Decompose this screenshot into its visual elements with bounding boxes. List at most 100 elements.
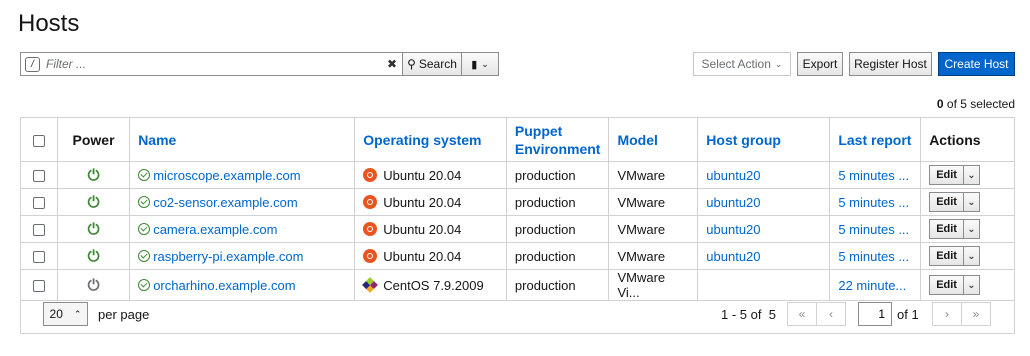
last-report-cell: 5 minutes ... — [829, 188, 922, 216]
chevron-down-icon: ⌄ — [967, 223, 976, 235]
power-cell: ⏻ — [56, 242, 131, 270]
os-label: Ubuntu 20.04 — [383, 167, 462, 183]
double-chevron-right-icon: » — [972, 307, 980, 321]
host-group-link[interactable]: ubuntu20 — [706, 168, 760, 183]
edit-button[interactable]: Edit — [929, 192, 964, 212]
name-cell: microscope.example.com — [129, 161, 356, 189]
actions-dropdown-toggle[interactable]: ⌄ — [963, 192, 980, 212]
select-action-label: Select Action — [701, 57, 771, 71]
row-checkbox[interactable] — [32, 170, 45, 183]
row-checkbox[interactable] — [32, 280, 45, 293]
actions-cell: Edit ⌄ — [920, 242, 1015, 270]
os-label: Ubuntu 20.04 — [383, 194, 462, 210]
clear-icon[interactable]: ✖ — [387, 57, 397, 71]
create-host-button[interactable]: Create Host — [938, 52, 1015, 76]
table-header-row: Power Name Operating system Puppet Envir… — [20, 117, 1015, 162]
select-all-checkbox[interactable] — [32, 134, 45, 147]
register-host-button[interactable]: Register Host — [849, 52, 932, 76]
edit-button-group: Edit ⌄ — [929, 275, 980, 295]
status-ok-icon — [138, 222, 151, 235]
last-report-cell: 5 minutes ... — [829, 161, 922, 189]
status-ok-icon — [138, 168, 151, 181]
page-of-label: of 1 — [897, 307, 919, 322]
last-report-link[interactable]: 5 minutes ... — [838, 249, 912, 264]
selected-count: 0 — [936, 97, 944, 111]
chevron-right-icon: › — [945, 307, 949, 321]
power-icon[interactable]: ⏻ — [88, 167, 100, 184]
power-icon[interactable]: ⏻ — [88, 277, 100, 294]
last-report-link[interactable]: 5 minutes ... — [838, 195, 912, 210]
page-number-input[interactable] — [858, 302, 892, 326]
prev-page-button[interactable]: ‹ — [816, 302, 846, 326]
ubuntu-icon — [363, 194, 378, 209]
power-cell: ⏻ — [56, 161, 131, 189]
actions-dropdown-toggle[interactable]: ⌄ — [963, 219, 980, 239]
search-filter[interactable]: / ✖ — [20, 52, 403, 76]
host-link[interactable]: co2-sensor.example.com — [153, 195, 298, 210]
select-action-dropdown[interactable]: Select Action ⌄ — [693, 52, 791, 76]
model-cell: VMware — [608, 242, 699, 270]
last-page-button[interactable]: » — [961, 302, 991, 326]
row-checkbox-cell — [20, 161, 58, 189]
chevron-up-icon: ⌃ — [73, 308, 82, 319]
first-page-button[interactable]: « — [787, 302, 817, 326]
chevron-down-icon: ⌄ — [967, 169, 976, 181]
header-model[interactable]: Model — [608, 117, 699, 162]
last-report-link[interactable]: 5 minutes ... — [838, 168, 912, 183]
host-link[interactable]: orcharhino.example.com — [153, 278, 295, 293]
slash-icon: / — [25, 56, 40, 72]
last-report-cell: 5 minutes ... — [829, 215, 922, 243]
host-group-link[interactable]: ubuntu20 — [706, 195, 760, 210]
row-checkbox[interactable] — [32, 224, 45, 237]
export-button[interactable]: Export — [797, 52, 843, 76]
row-checkbox[interactable] — [32, 251, 45, 264]
double-chevron-left-icon: « — [798, 307, 806, 321]
header-power: Power — [56, 117, 131, 162]
edit-button-group: Edit ⌄ — [929, 246, 980, 266]
pagination-bar: 20 ⌃ per page 1 - 5 of 5 « ‹ of 1 › » — [20, 296, 1015, 334]
header-name[interactable]: Name — [129, 117, 356, 162]
table-row: ⏻ microscope.example.com Ubuntu 20.04 produ… — [20, 161, 1015, 189]
header-last-report[interactable]: Last report — [829, 117, 922, 162]
actions-dropdown-toggle[interactable]: ⌄ — [963, 275, 980, 295]
power-icon[interactable]: ⏻ — [88, 194, 100, 211]
selection-count: 0 of 5 selected — [937, 97, 1015, 111]
actions-cell: Edit ⌄ — [920, 188, 1015, 216]
per-page-label: per page — [98, 307, 150, 322]
header-environment[interactable]: Puppet Environment — [505, 117, 610, 162]
power-icon[interactable]: ⏻ — [88, 221, 100, 238]
bookmark-button[interactable]: ▮ ⌄ — [461, 52, 499, 76]
name-cell: raspberry-pi.example.com — [129, 242, 356, 270]
host-link[interactable]: camera.example.com — [153, 222, 277, 237]
last-report-link[interactable]: 5 minutes ... — [838, 222, 912, 237]
per-page-select[interactable]: 20 ⌃ — [43, 302, 88, 326]
last-report-cell: 5 minutes ... — [829, 242, 922, 270]
host-group-link[interactable]: ubuntu20 — [706, 222, 760, 237]
power-icon[interactable]: ⏻ — [88, 248, 100, 265]
table-row: ⏻ raspberry-pi.example.com Ubuntu 20.04 pro… — [20, 242, 1015, 270]
environment-cell: production — [505, 161, 610, 189]
host-group-link[interactable]: ubuntu20 — [706, 249, 760, 264]
power-cell: ⏻ — [56, 188, 131, 216]
actions-dropdown-toggle[interactable]: ⌄ — [963, 165, 980, 185]
edit-button[interactable]: Edit — [929, 275, 964, 295]
host-link[interactable]: microscope.example.com — [153, 168, 300, 183]
host-link[interactable]: raspberry-pi.example.com — [153, 249, 303, 264]
search-button[interactable]: ⚲ Search — [402, 52, 462, 76]
header-actions: Actions — [920, 117, 1015, 162]
model-cell: VMware — [608, 215, 699, 243]
filter-input[interactable] — [46, 57, 387, 71]
last-report-link[interactable]: 22 minute... — [838, 278, 912, 293]
page-title: Hosts — [18, 10, 80, 37]
host-group-cell: ubuntu20 — [697, 188, 831, 216]
next-page-button[interactable]: › — [932, 302, 962, 326]
edit-button[interactable]: Edit — [929, 219, 964, 239]
actions-dropdown-toggle[interactable]: ⌄ — [963, 246, 980, 266]
edit-button[interactable]: Edit — [929, 246, 964, 266]
row-checkbox-cell — [20, 215, 58, 243]
header-os[interactable]: Operating system — [354, 117, 507, 162]
row-checkbox[interactable] — [32, 197, 45, 210]
header-host-group[interactable]: Host group — [697, 117, 831, 162]
edit-button[interactable]: Edit — [929, 165, 964, 185]
selection-total: 5 — [960, 97, 967, 111]
